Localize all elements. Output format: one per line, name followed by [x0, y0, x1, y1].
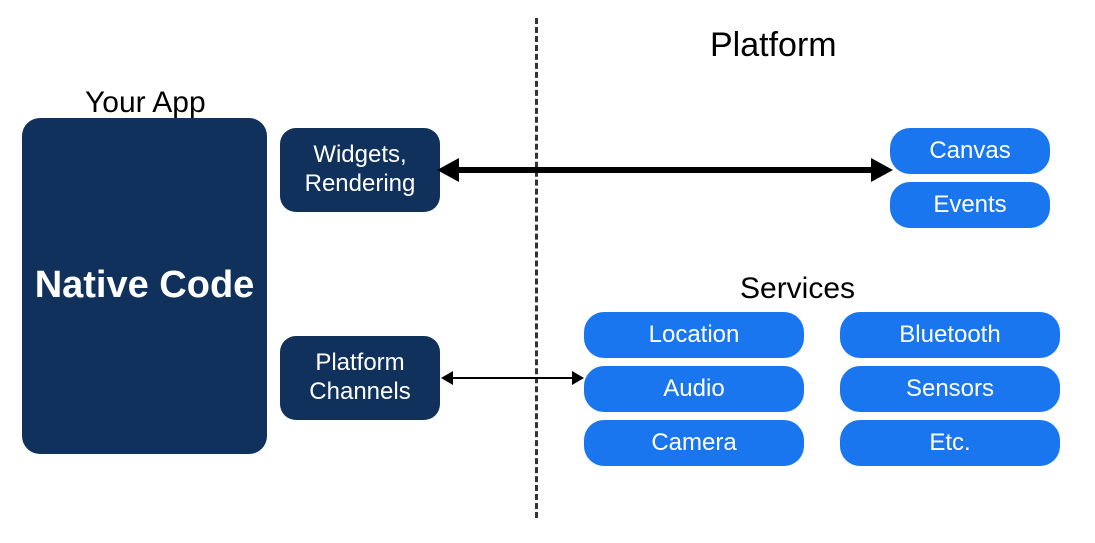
- canvas-label: Canvas: [929, 137, 1010, 165]
- bidirectional-arrow-thin: [445, 371, 580, 385]
- native-code-label: Native Code: [35, 264, 255, 308]
- platform-channels-box: Platform Channels: [280, 336, 440, 420]
- platform-channels-label: Platform Channels: [296, 349, 424, 407]
- service-audio-pill: Audio: [584, 366, 804, 412]
- service-sensors-label: Sensors: [906, 375, 994, 403]
- events-pill: Events: [890, 182, 1050, 228]
- widgets-rendering-label: Widgets, Rendering: [296, 141, 424, 199]
- service-audio-label: Audio: [663, 375, 724, 403]
- your-app-heading: Your App: [85, 86, 206, 120]
- platform-heading: Platform: [710, 26, 837, 65]
- service-location-label: Location: [649, 321, 740, 349]
- service-sensors-pill: Sensors: [840, 366, 1060, 412]
- canvas-pill: Canvas: [890, 128, 1050, 174]
- services-heading: Services: [740, 272, 855, 306]
- service-etc-label: Etc.: [929, 429, 970, 457]
- service-etc-pill: Etc.: [840, 420, 1060, 466]
- service-location-pill: Location: [584, 312, 804, 358]
- service-camera-label: Camera: [651, 429, 736, 457]
- events-label: Events: [933, 191, 1006, 219]
- native-code-box: Native Code: [22, 118, 267, 454]
- service-bluetooth-pill: Bluetooth: [840, 312, 1060, 358]
- widgets-rendering-box: Widgets, Rendering: [280, 128, 440, 212]
- service-bluetooth-label: Bluetooth: [899, 321, 1000, 349]
- divider-line: [535, 18, 538, 518]
- service-camera-pill: Camera: [584, 420, 804, 466]
- bidirectional-arrow-thick: [445, 160, 885, 180]
